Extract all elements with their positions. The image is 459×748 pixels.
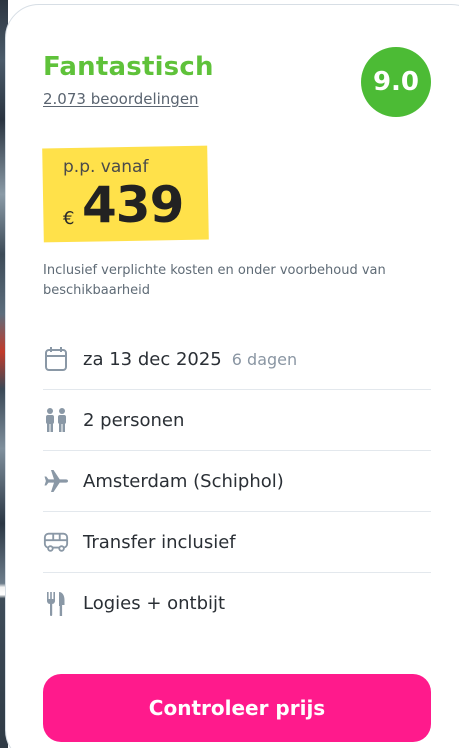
detail-row-departure: Amsterdam (Schiphol) — [43, 451, 431, 512]
score-badge: 9.0 — [361, 47, 431, 117]
departure-date: za 13 dec 2025 — [83, 348, 222, 370]
price-label: p.p. vanaf — [63, 157, 149, 177]
reviews-link[interactable]: 2.073 beoordelingen — [43, 90, 199, 108]
check-price-button[interactable]: Controleer prijs — [43, 674, 431, 742]
departure-airport: Amsterdam (Schiphol) — [83, 470, 284, 492]
trip-duration: 6 dagen — [231, 349, 298, 369]
transfer-info: Transfer inclusief — [83, 531, 236, 553]
price-disclaimer: Inclusief verplichte kosten en onder voo… — [43, 263, 386, 298]
detail-row-board: Logies + ontbijt — [43, 573, 431, 634]
detail-row-transfer: Transfer inclusief — [43, 512, 431, 573]
detail-row-persons: 2 personen — [43, 390, 431, 451]
rating-label: Fantastisch — [43, 52, 214, 82]
people-icon — [43, 407, 69, 433]
calendar-icon — [43, 346, 69, 372]
bus-icon — [43, 529, 69, 555]
detail-row-date: za 13 dec 2025 6 dagen — [43, 329, 431, 390]
airplane-icon — [43, 468, 69, 494]
persons-count: 2 personen — [83, 409, 185, 431]
price-amount: 439 — [82, 176, 184, 234]
fork-knife-icon — [43, 591, 69, 617]
board-type: Logies + ontbijt — [83, 593, 226, 614]
price-currency: € — [63, 208, 75, 229]
page: Fantastisch 2.073 beoordelingen 9.0 p.p.… — [0, 0, 459, 748]
